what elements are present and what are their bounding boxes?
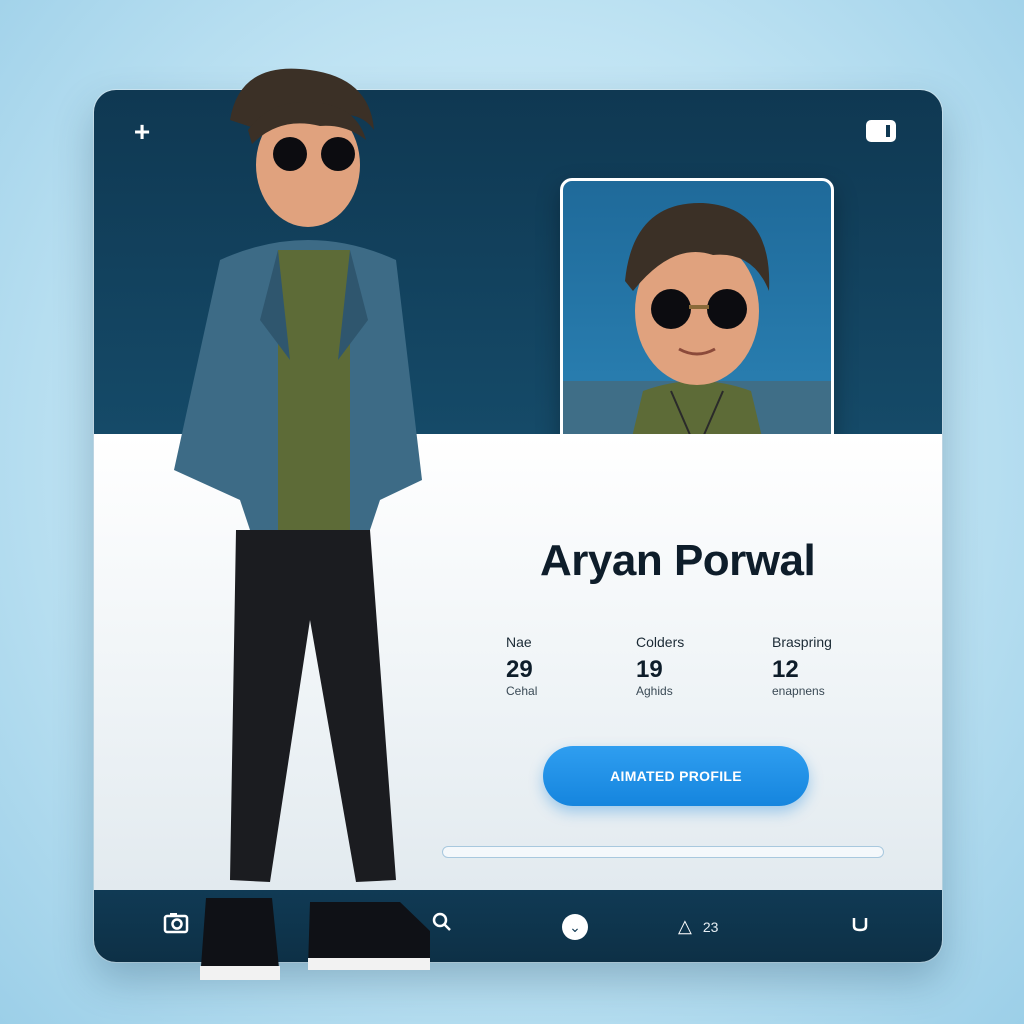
notifications-button[interactable]: △ 23: [678, 908, 718, 944]
window-icon[interactable]: [866, 120, 896, 142]
stat-sub: Cehal: [506, 684, 538, 698]
stat-label: Colders: [636, 634, 685, 650]
stat-label: Braspring: [772, 634, 832, 650]
chevron-down-icon: ⌄: [562, 914, 588, 940]
search-icon[interactable]: [430, 908, 454, 944]
refresh-icon[interactable]: [848, 908, 872, 944]
bell-icon: △: [678, 916, 692, 936]
stats-row: Nae 29 Cehal Colders 19 Aghids Braspring…: [506, 634, 866, 704]
chevron-down-circle-icon[interactable]: ⌄: [562, 908, 588, 944]
avatar[interactable]: [560, 178, 834, 478]
avatar-illustration: [563, 202, 831, 475]
stat-sub: Aghids: [636, 684, 673, 698]
animated-profile-button[interactable]: AIMATED PROFILE: [543, 746, 809, 806]
plus-icon[interactable]: +: [128, 118, 156, 146]
stat-sub: enapnens: [772, 684, 825, 698]
progress-bar: [442, 846, 884, 858]
stat-value: 19: [636, 656, 663, 683]
search-glyph: [432, 912, 451, 931]
stat-label: Nae: [506, 634, 532, 650]
notification-count: 23: [702, 919, 719, 935]
stat-1: Nae 29 Cehal: [506, 634, 616, 700]
character-figure: [174, 68, 430, 980]
stat-value: 29: [506, 656, 533, 683]
refresh-glyph: [852, 918, 868, 932]
profile-name: Aryan Porwal: [540, 536, 816, 585]
stat-3: Braspring 12 enapnens: [772, 634, 882, 700]
stat-2: Colders 19 Aghids: [636, 634, 746, 700]
stat-value: 12: [772, 656, 799, 683]
